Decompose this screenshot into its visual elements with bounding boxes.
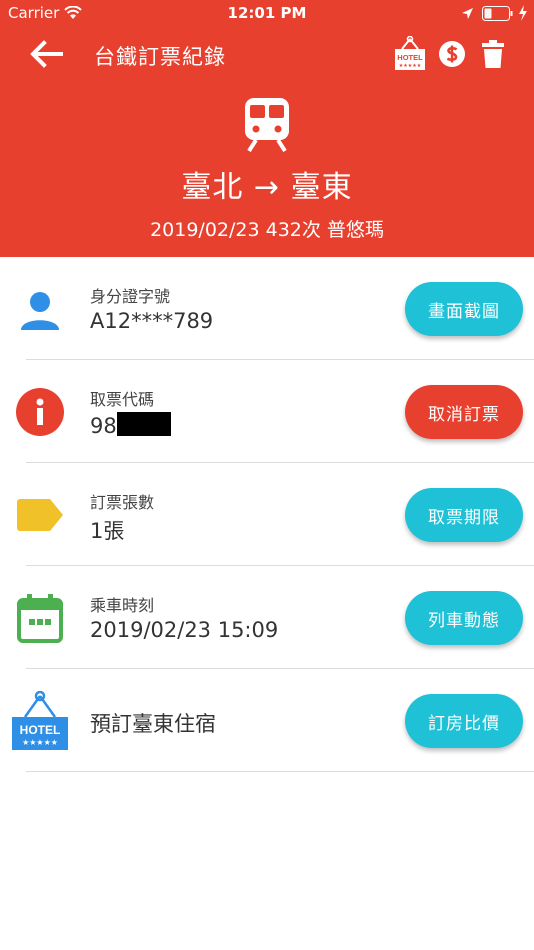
row-value: 2019/02/23 15:09 (90, 618, 279, 642)
trash-icon[interactable] (482, 40, 504, 68)
person-icon (14, 284, 66, 336)
header: Carrier 12:01 PM 台鐵訂票紀錄 HOTEL ★★★★★ 臺北 →… (0, 0, 534, 257)
calendar-icon (14, 592, 66, 644)
hotel-sign-button[interactable]: HOTEL ★★★★★ (394, 36, 426, 72)
svg-text:★★★★★: ★★★★★ (399, 63, 422, 69)
pickup-code-value: 98 (90, 412, 171, 438)
clock: 12:01 PM (227, 4, 307, 22)
hotel-booking-text: 預訂臺東住宿 (90, 712, 216, 736)
screenshot-button[interactable]: 畫面截圖 (405, 282, 523, 336)
cancel-booking-button[interactable]: 取消訂票 (405, 385, 523, 439)
hotel-icon-text: HOTEL (20, 723, 61, 737)
row-label: 身分證字號 (90, 287, 171, 306)
trip-info: 2019/02/23 432次 普悠瑪 (150, 219, 384, 241)
ticket-count-row: 訂票張數 1張 取票期限 (0, 463, 534, 566)
back-arrow-icon (30, 40, 63, 68)
location-arrow-icon (462, 8, 473, 19)
hotel-compare-button[interactable]: 訂房比價 (405, 694, 523, 748)
pickup-deadline-button[interactable]: 取票期限 (405, 488, 523, 542)
train-status-button[interactable]: 列車動態 (405, 591, 523, 645)
departure-time-row: 乘車時刻 2019/02/23 15:09 列車動態 (0, 566, 534, 669)
route-text: 臺北 → 臺東 (181, 170, 353, 205)
hotel-sign-text: HOTEL (397, 53, 423, 62)
back-button[interactable] (28, 38, 64, 70)
info-icon (14, 386, 66, 438)
row-label: 訂票張數 (90, 493, 155, 512)
page-title: 台鐵訂票紀錄 (94, 45, 226, 69)
pickup-code-row: 取票代碼 98 取消訂票 (0, 360, 534, 463)
row-label: 取票代碼 (90, 390, 155, 409)
tag-icon (14, 489, 66, 541)
row-value: 1張 (90, 519, 125, 543)
divider (26, 771, 534, 772)
charging-bolt-icon (519, 5, 527, 21)
hotel-sign-icon: HOTEL ★★★★★ (12, 691, 68, 750)
id-number-row: 身分證字號 A12****789 畫面截圖 (0, 257, 534, 360)
status-bar: Carrier 12:01 PM (0, 0, 534, 28)
hotel-icon-stars: ★★★★★ (22, 738, 58, 747)
row-label: 乘車時刻 (90, 596, 155, 615)
redacted-block (116, 412, 171, 436)
battery-icon (482, 6, 513, 21)
row-value: A12****789 (90, 309, 214, 333)
nav-bar: 台鐵訂票紀錄 HOTEL ★★★★★ (0, 28, 534, 80)
pickup-code-digits: 98 (90, 414, 117, 438)
hotel-booking-row: HOTEL ★★★★★ 預訂臺東住宿 訂房比價 (0, 669, 534, 772)
dollar-icon[interactable] (438, 40, 466, 68)
train-icon (245, 98, 289, 152)
